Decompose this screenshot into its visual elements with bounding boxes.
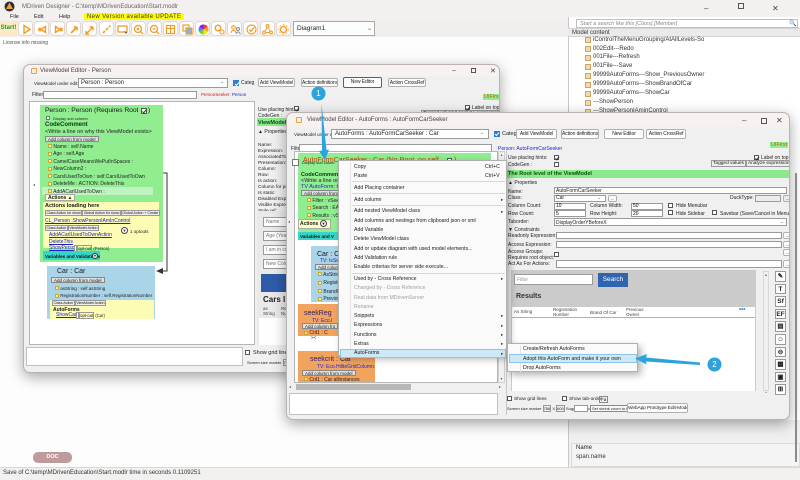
svg-text:2: 2 bbox=[712, 360, 717, 369]
svg-text:1: 1 bbox=[316, 89, 321, 98]
